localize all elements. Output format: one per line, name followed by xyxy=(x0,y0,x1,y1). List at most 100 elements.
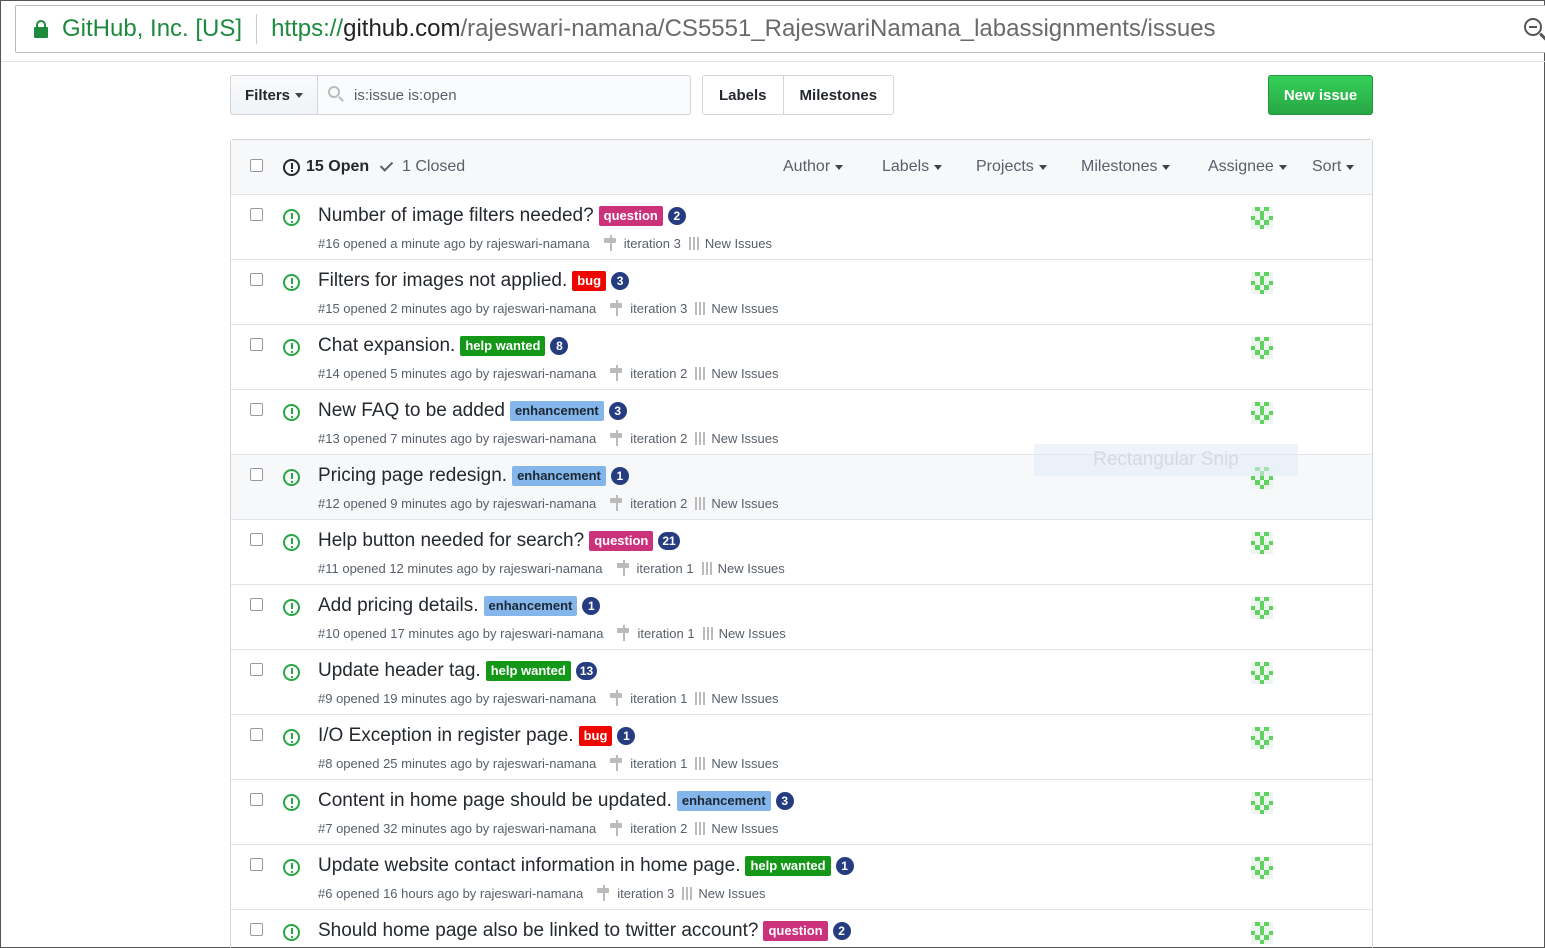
issue-label[interactable]: enhancement xyxy=(509,401,604,421)
issue-checkbox[interactable] xyxy=(250,923,263,936)
assignee-menu[interactable]: Assignee xyxy=(1208,158,1287,176)
issue-label[interactable]: help wanted xyxy=(745,856,831,876)
comment-count-badge[interactable]: 2 xyxy=(667,207,686,225)
assignee-avatar[interactable] xyxy=(1251,857,1273,879)
search-box[interactable] xyxy=(318,75,691,115)
issue-title-link[interactable]: Pricing page redesign. xyxy=(318,465,507,487)
issue-title-link[interactable]: Content in home page should be updated. xyxy=(318,790,672,812)
issue-row[interactable]: I/O Exception in register page. bug 1 #8 op… xyxy=(231,715,1372,780)
address-bar[interactable]: GitHub, Inc. [US] https://github.com/raj… xyxy=(15,5,1545,53)
issue-milestone-link[interactable]: iteration 3 xyxy=(630,301,687,316)
comment-count-badge[interactable]: 8 xyxy=(550,337,569,355)
issue-title-link[interactable]: Update header tag. xyxy=(318,660,481,682)
issue-project-link[interactable]: New Issues xyxy=(711,301,778,316)
assignee-avatar[interactable] xyxy=(1251,272,1273,294)
issue-title-link[interactable]: I/O Exception in register page. xyxy=(318,725,574,747)
issue-project-link[interactable]: New Issues xyxy=(718,561,785,576)
comment-count-badge[interactable]: 13 xyxy=(575,662,598,680)
assignee-avatar[interactable] xyxy=(1251,402,1273,424)
issue-checkbox[interactable] xyxy=(250,598,263,611)
comment-count-badge[interactable]: 3 xyxy=(611,272,630,290)
sort-menu[interactable]: Sort xyxy=(1312,158,1355,176)
issue-milestone-link[interactable]: iteration 2 xyxy=(630,496,687,511)
issue-title-link[interactable]: Update website contact information in ho… xyxy=(318,855,740,877)
issue-row[interactable]: Update website contact information in ho… xyxy=(231,845,1372,910)
issue-checkbox[interactable] xyxy=(250,858,263,871)
issue-label[interactable]: enhancement xyxy=(512,466,606,486)
comment-count-badge[interactable]: 3 xyxy=(608,402,627,420)
url-text[interactable]: https://github.com/rajeswari-namana/CS55… xyxy=(271,15,1216,43)
issue-label[interactable]: help wanted xyxy=(460,336,546,356)
issue-project-link[interactable]: New Issues xyxy=(711,366,778,381)
search-input[interactable] xyxy=(354,86,674,104)
issue-label[interactable]: enhancement xyxy=(676,791,771,811)
issue-milestone-link[interactable]: iteration 2 xyxy=(630,431,687,446)
closed-issues-tab[interactable]: 1 Closed xyxy=(379,158,465,176)
issue-row[interactable]: Filters for images not applied. bug 3 #15 o… xyxy=(231,260,1372,325)
comment-count-badge[interactable]: 21 xyxy=(658,532,680,550)
comment-count-badge[interactable]: 3 xyxy=(775,792,794,810)
issue-milestone-link[interactable]: iteration 2 xyxy=(630,366,687,381)
issue-project-link[interactable]: New Issues xyxy=(719,626,786,641)
issue-label[interactable]: bug xyxy=(578,726,613,746)
issue-project-link[interactable]: New Issues xyxy=(711,431,778,446)
labels-button[interactable]: Labels xyxy=(703,76,783,114)
comment-count-badge[interactable]: 1 xyxy=(582,597,601,615)
milestones-button[interactable]: Milestones xyxy=(782,76,894,114)
issue-project-link[interactable]: New Issues xyxy=(711,496,778,511)
issue-label[interactable]: question xyxy=(598,206,663,226)
issue-row[interactable]: Help button needed for search? question 21… xyxy=(231,520,1372,585)
filters-button[interactable]: Filters xyxy=(230,75,318,115)
assignee-avatar[interactable] xyxy=(1251,792,1273,814)
assignee-avatar[interactable] xyxy=(1251,532,1273,554)
issue-checkbox[interactable] xyxy=(250,273,263,286)
issue-checkbox[interactable] xyxy=(250,208,263,221)
zoom-out-icon[interactable] xyxy=(1522,16,1545,44)
select-all-checkbox[interactable] xyxy=(250,159,263,172)
open-issues-tab[interactable]: 15 Open xyxy=(283,158,369,176)
issue-label[interactable]: help wanted xyxy=(485,661,571,681)
issue-checkbox[interactable] xyxy=(250,728,263,741)
issue-milestone-link[interactable]: iteration 1 xyxy=(630,691,687,706)
issue-checkbox[interactable] xyxy=(250,468,263,481)
issue-checkbox[interactable] xyxy=(250,663,263,676)
issue-milestone-link[interactable]: iteration 3 xyxy=(617,886,674,901)
issue-label[interactable]: enhancement xyxy=(483,596,578,616)
issue-title-link[interactable]: Filters for images not applied. xyxy=(318,270,567,292)
issue-project-link[interactable]: New Issues xyxy=(705,236,772,251)
assignee-avatar[interactable] xyxy=(1251,337,1273,359)
issue-milestone-link[interactable]: iteration 2 xyxy=(630,821,687,836)
issue-title-link[interactable]: New FAQ to be added xyxy=(318,400,505,422)
assignee-avatar[interactable] xyxy=(1251,597,1273,619)
issue-project-link[interactable]: New Issues xyxy=(711,691,778,706)
issue-milestone-link[interactable]: iteration 1 xyxy=(637,626,694,641)
issue-row[interactable]: Should home page also be linked to twitt… xyxy=(231,910,1372,948)
issue-checkbox[interactable] xyxy=(250,793,263,806)
issue-row[interactable]: Update header tag. help wanted 13 #9 opened… xyxy=(231,650,1372,715)
issue-label[interactable]: question xyxy=(763,921,828,941)
issue-project-link[interactable]: New Issues xyxy=(698,886,765,901)
issue-row[interactable]: Number of image filters needed? question 2… xyxy=(231,195,1372,260)
new-issue-button[interactable]: New issue xyxy=(1268,75,1373,115)
issue-title-link[interactable]: Should home page also be linked to twitt… xyxy=(318,920,758,942)
comment-count-badge[interactable]: 1 xyxy=(617,727,636,745)
issue-checkbox[interactable] xyxy=(250,403,263,416)
assignee-avatar[interactable] xyxy=(1251,207,1273,229)
assignee-avatar[interactable] xyxy=(1251,662,1273,684)
issue-project-link[interactable]: New Issues xyxy=(711,821,778,836)
issue-row[interactable]: Add pricing details. enhancement 1 #10 open… xyxy=(231,585,1372,650)
comment-count-badge[interactable]: 1 xyxy=(835,857,854,875)
issue-label[interactable]: bug xyxy=(572,271,607,291)
issue-checkbox[interactable] xyxy=(250,338,263,351)
issue-checkbox[interactable] xyxy=(250,533,263,546)
assignee-avatar[interactable] xyxy=(1251,727,1273,749)
issue-milestone-link[interactable]: iteration 3 xyxy=(624,236,681,251)
comment-count-badge[interactable]: 1 xyxy=(610,467,629,485)
assignee-avatar[interactable] xyxy=(1251,922,1273,944)
issue-row[interactable]: Chat expansion. help wanted 8 #14 opened 5 … xyxy=(231,325,1372,390)
issue-title-link[interactable]: Chat expansion. xyxy=(318,335,455,357)
issue-project-link[interactable]: New Issues xyxy=(711,756,778,771)
milestones-menu[interactable]: Milestones xyxy=(1081,158,1171,176)
labels-menu[interactable]: Labels xyxy=(882,158,943,176)
site-identity[interactable]: GitHub, Inc. [US] xyxy=(62,15,242,43)
